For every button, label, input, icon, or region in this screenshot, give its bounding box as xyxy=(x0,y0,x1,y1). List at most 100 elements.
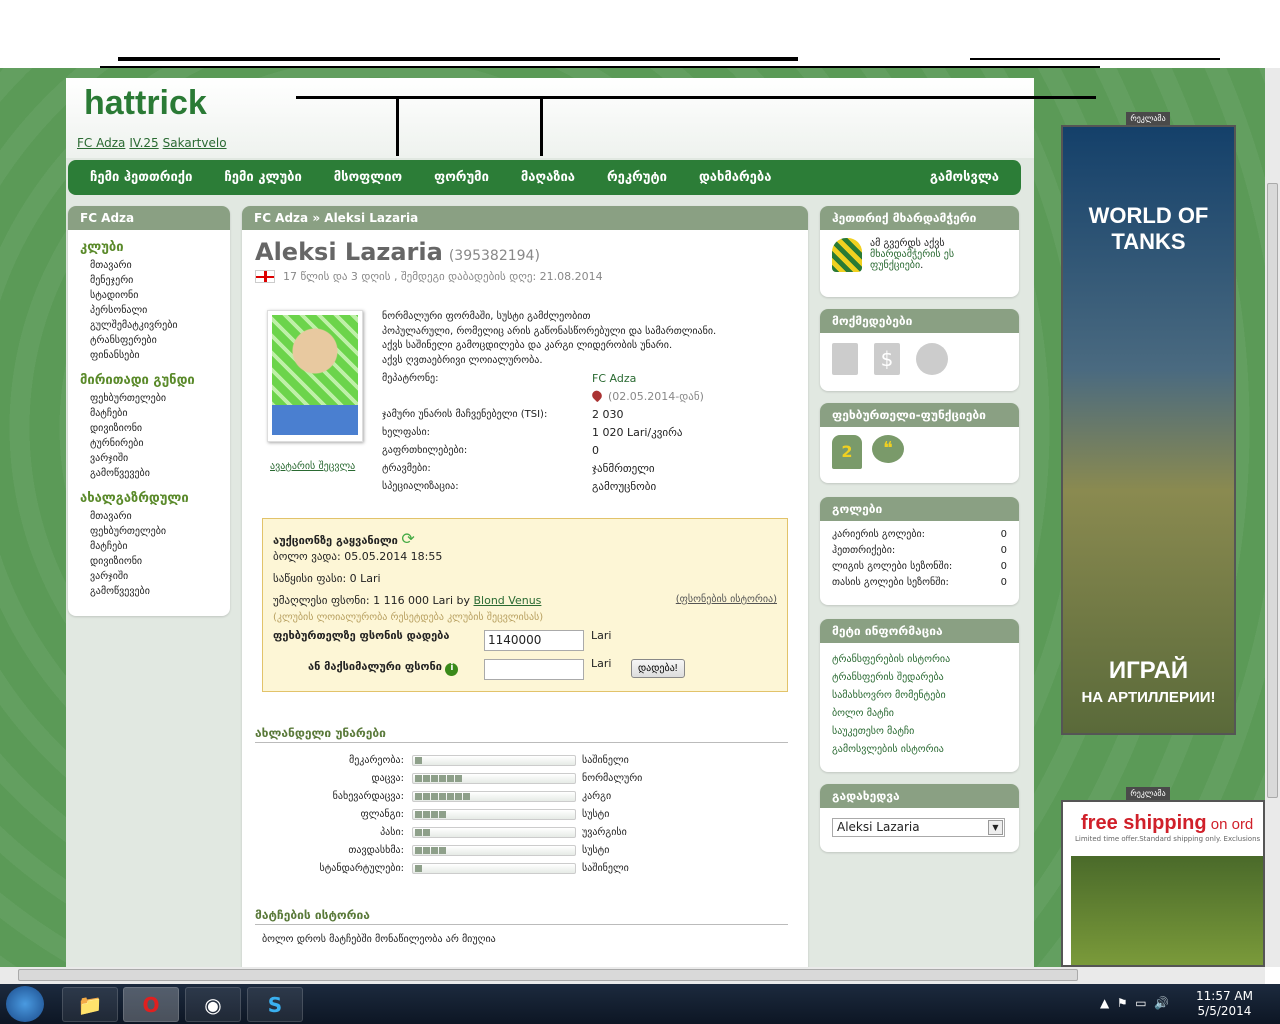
more-info-link[interactable]: სამახსოვრო მომენტები xyxy=(832,687,1007,705)
club-sidebar: FC Adza კლუბი მთავარი მენეჯერი სტადიონი პერს… xyxy=(68,206,230,616)
refresh-icon[interactable]: ⟳ xyxy=(401,529,414,548)
nav-recruit[interactable]: რეკრუტი xyxy=(607,170,667,185)
sidebar-item[interactable]: მთავარი xyxy=(90,258,230,273)
sidebar-item[interactable]: ფინანსები xyxy=(90,348,230,363)
player-panel: FC Adza » Aleksi Lazaria Aleksi Lazaria (… xyxy=(242,206,808,976)
desc-line: პოპულარული, რომელიც არის გაწონასწორებული… xyxy=(382,325,717,337)
sell-player-icon[interactable]: $ xyxy=(874,343,900,375)
sidebar-item[interactable]: ფეხბურთელები xyxy=(90,391,230,406)
ad-tag: რეკლამა xyxy=(1126,112,1170,125)
max-bid-input[interactable] xyxy=(484,659,584,680)
skill-name: თავდასხმა: xyxy=(348,844,404,856)
ad-world-of-tanks[interactable]: WORLD OF TANKS ИГРАЙ НА АРТИЛЛЕРИИ! xyxy=(1061,125,1236,735)
start-button[interactable] xyxy=(6,986,44,1022)
more-info-link[interactable]: ტრანსფერების ისტორია xyxy=(832,651,1007,669)
league-link[interactable]: IV.25 xyxy=(129,136,158,150)
skill-bar xyxy=(412,826,576,838)
top-bid: უმაღლესი ფსონი: 1 116 000 Lari by xyxy=(273,594,474,607)
country-link[interactable]: Sakartvelo xyxy=(163,136,227,150)
skill-level: სუსტი xyxy=(582,808,610,820)
goal-label: თასის გოლები სეზონში: xyxy=(832,577,949,588)
skill-level: საშინელი xyxy=(582,862,629,874)
sidebar-item[interactable]: გამოწვევები xyxy=(90,584,230,599)
top-bidder-link[interactable]: Blond Venus xyxy=(474,594,542,607)
nav-world[interactable]: მსოფლიო xyxy=(334,170,402,185)
sidebar-group-title: ახალგაზრდული xyxy=(80,491,189,506)
skill-bar-segment xyxy=(431,792,438,800)
skill-level: კარგი xyxy=(582,790,612,802)
player-avatar xyxy=(267,310,363,442)
nav-forum[interactable]: ფორუმი xyxy=(434,170,489,185)
sidebar-item[interactable]: ფეხბურთელები xyxy=(90,524,230,539)
bid-history-link[interactable]: (ფსონების ისტორია) xyxy=(676,594,777,605)
match-history-text: ბოლო დროს მატჩებში მონაწილეობა არ მიუღია xyxy=(262,934,496,945)
goal-label: კარიერის გოლები: xyxy=(832,529,926,540)
info-label: გაფრთხილებები: xyxy=(382,445,468,456)
vertical-scrollbar[interactable] xyxy=(1265,68,1280,967)
team-link[interactable]: FC Adza xyxy=(77,136,125,150)
skill-bar-segment xyxy=(423,792,430,800)
horizontal-scrollbar[interactable] xyxy=(0,967,1265,984)
skill-bar xyxy=(412,844,576,856)
more-info-link[interactable]: ბოლო მატჩი xyxy=(832,705,1007,723)
promote-icon[interactable] xyxy=(916,343,948,375)
chrome-taskbar-icon[interactable]: ◉ xyxy=(185,987,241,1022)
owner-link[interactable]: FC Adza xyxy=(592,370,636,388)
nav-shop[interactable]: მაღაზია xyxy=(521,170,575,185)
sidebar-item[interactable]: გამოწვევები xyxy=(90,466,230,481)
team-breadcrumb: FC Adza IV.25 Sakartvelo xyxy=(77,136,231,150)
nav-logout[interactable]: გამოსვლა xyxy=(930,170,999,185)
sidebar-item[interactable]: მთავარი xyxy=(90,509,230,524)
skill-name: დაცვა: xyxy=(371,772,404,784)
skill-bar-segment xyxy=(423,774,430,782)
info-row: ტრავმები: ჯანმრთელი xyxy=(382,460,704,478)
skill-bar xyxy=(412,790,576,802)
info-label: ტრავმები: xyxy=(382,463,431,474)
skill-bar-segment xyxy=(439,846,446,854)
sidebar-item[interactable]: მენეჯერი xyxy=(90,273,230,288)
clock[interactable]: 11:57 AM 5/5/2014 xyxy=(1196,989,1253,1019)
sidebar-item[interactable]: სტადიონი xyxy=(90,288,230,303)
sidebar-item[interactable]: გულშემატკივრები xyxy=(90,318,230,333)
ad-free-shipping[interactable]: free shipping on ord Limited time offer.… xyxy=(1061,800,1265,967)
sidebar-item[interactable]: მატჩები xyxy=(90,406,230,421)
sidebar-item[interactable]: ტრანსფერები xyxy=(90,333,230,348)
quote-bubble-icon[interactable]: ❝ xyxy=(872,435,904,463)
sidebar-item[interactable]: ტურნირები xyxy=(90,436,230,451)
auction-deadline: ბოლო ვადა: 05.05.2014 18:55 xyxy=(273,550,443,563)
age-text: 17 წლის და 3 დღის , შემდეგი დაბადების დღ… xyxy=(283,270,603,283)
nav-my-hattrick[interactable]: ჩემი ჰეთთრიქი xyxy=(90,170,192,185)
player-description: ნორმალური ფორმაში, სუსტი გამძლეობით პოპუ… xyxy=(382,310,716,368)
change-avatar-link[interactable]: ავატარის შეცვლა xyxy=(270,461,355,472)
player-select[interactable]: Aleksi Lazaria ▼ xyxy=(832,818,1005,837)
sidebar-item[interactable]: დივიზიონი xyxy=(90,421,230,436)
sidebar-item[interactable]: მატჩები xyxy=(90,539,230,554)
skill-bar-segment xyxy=(415,864,422,872)
place-bid-button[interactable]: დადება! xyxy=(631,659,685,678)
nav-my-club[interactable]: ჩემი კლუბი xyxy=(224,170,301,185)
sidebar-item[interactable]: ვარჯიში xyxy=(90,451,230,466)
goal-value: 0 xyxy=(1000,577,1007,588)
skype-taskbar-icon[interactable]: S xyxy=(247,987,303,1022)
sidebar-item[interactable]: პერსონალი xyxy=(90,303,230,318)
explorer-taskbar-icon[interactable]: 📁 xyxy=(62,987,118,1022)
bid-input[interactable]: 1140000 xyxy=(484,630,584,651)
sidebar-item[interactable]: ვარჯიში xyxy=(90,569,230,584)
player-id: (395382194) xyxy=(448,248,540,264)
crumb-club[interactable]: FC Adza xyxy=(254,211,308,225)
tray-icons[interactable]: ▲ ⚑ ▭ 🔊 xyxy=(1100,996,1169,1010)
info-icon[interactable]: i xyxy=(445,663,459,676)
info-row: ხელფასი: 1 020 Lari/კვირა xyxy=(382,424,704,442)
more-info-link[interactable]: გამოსვლების ისტორია xyxy=(832,741,1007,759)
sidebar-item[interactable]: დივიზიონი xyxy=(90,554,230,569)
opera-taskbar-icon[interactable]: O xyxy=(123,987,179,1022)
nav-help[interactable]: დახმარება xyxy=(699,170,771,185)
more-info-link[interactable]: საუკეთესო მატჩი xyxy=(832,723,1007,741)
desc-line: აქვს საშინელი გამოცდილება და კარგი ლიდერ… xyxy=(382,340,673,351)
supporter-features-link[interactable]: მხარდამჭერის ეს ფუნქციები xyxy=(870,249,954,271)
fire-player-icon[interactable] xyxy=(832,343,858,375)
crumb-player: Aleksi Lazaria xyxy=(324,211,419,225)
more-info-title: მეტი ინფორმაცია xyxy=(820,619,1019,643)
more-info-link[interactable]: ტრანსფერის შედარება xyxy=(832,669,1007,687)
jersey-icon[interactable]: 2 xyxy=(832,435,862,469)
